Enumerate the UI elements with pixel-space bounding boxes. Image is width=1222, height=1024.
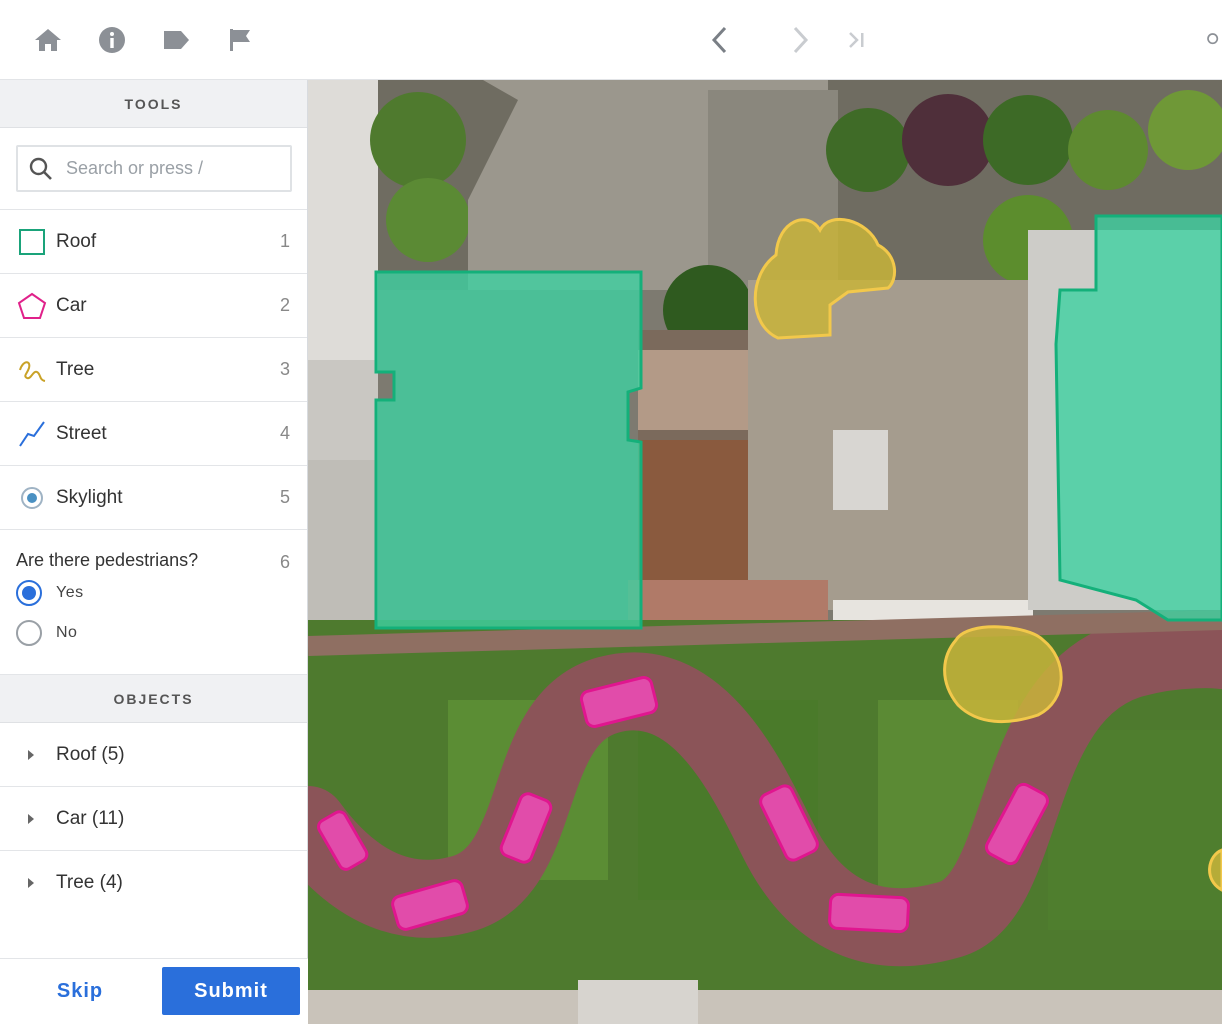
object-group-label: Roof (5)	[56, 743, 125, 765]
polygon-icon	[16, 290, 48, 322]
skip-button[interactable]: Skip	[22, 967, 138, 1015]
pedestrian-question: Are there pedestrians? 6 Yes No	[0, 530, 307, 675]
search-icon[interactable]	[1206, 22, 1222, 58]
question-shortcut: 6	[279, 552, 290, 572]
search-input[interactable]	[66, 158, 266, 179]
tool-shortcut: 5	[279, 487, 290, 507]
tool-label: Tree	[56, 358, 95, 380]
tool-tree[interactable]: Tree 3	[0, 338, 307, 402]
tool-street[interactable]: Street 4	[0, 402, 307, 466]
tool-shortcut: 3	[279, 359, 290, 379]
flag-icon[interactable]	[224, 24, 256, 56]
footer-actions: Skip Submit	[0, 958, 308, 1024]
tool-label: Skylight	[56, 486, 123, 508]
chevron-right-icon[interactable]	[782, 22, 818, 58]
object-group-roof[interactable]: Roof (5)	[0, 723, 307, 787]
tag-icon[interactable]	[160, 24, 192, 56]
submit-button[interactable]: Submit	[162, 967, 300, 1015]
polyline-icon	[16, 418, 48, 450]
tool-skylight[interactable]: Skylight 5	[0, 466, 307, 530]
sidebar: TOOLS Roof 1 Car 2 Tree 3 Street 4	[0, 80, 308, 1024]
caret-right-icon[interactable]	[28, 749, 34, 760]
home-icon[interactable]	[32, 24, 64, 56]
radio-label: Yes	[56, 584, 84, 601]
tools-header: TOOLS	[0, 80, 307, 128]
tool-label: Roof	[56, 230, 97, 252]
tool-label: Car	[56, 294, 87, 316]
search-box[interactable]	[16, 145, 292, 192]
freehand-icon	[16, 354, 48, 386]
tree-annotation[interactable]	[943, 625, 1063, 724]
tool-car[interactable]: Car 2	[0, 274, 307, 338]
object-group-label: Car (11)	[56, 807, 125, 829]
search-icon	[29, 157, 52, 180]
tool-label: Street	[56, 422, 107, 444]
chevron-left-icon[interactable]	[702, 22, 738, 58]
tool-shortcut: 1	[279, 231, 290, 251]
annotation-canvas[interactable]	[308, 80, 1222, 1024]
skip-to-end-icon[interactable]	[838, 22, 874, 58]
radio-no[interactable]: No	[16, 613, 291, 653]
caret-right-icon[interactable]	[28, 813, 34, 824]
radio-button[interactable]	[16, 620, 42, 646]
object-group-tree[interactable]: Tree (4)	[0, 851, 307, 915]
point-icon	[16, 482, 48, 514]
radio-label: No	[56, 624, 78, 641]
tool-shortcut: 4	[279, 423, 290, 443]
object-group-label: Tree (4)	[56, 872, 123, 893]
bounding-box-icon	[16, 226, 48, 258]
question-text: Are there pedestrians?	[16, 550, 199, 570]
car-annotation[interactable]	[828, 892, 910, 934]
info-icon[interactable]	[96, 24, 128, 56]
objects-header: OBJECTS	[0, 675, 307, 723]
radio-button-checked[interactable]	[16, 580, 42, 606]
aerial-image[interactable]	[308, 80, 1222, 1024]
top-toolbar	[0, 0, 1222, 80]
tool-roof[interactable]: Roof 1	[0, 210, 307, 274]
radio-yes[interactable]: Yes	[16, 573, 291, 613]
object-group-car[interactable]: Car (11)	[0, 787, 307, 851]
search-container	[0, 128, 307, 210]
caret-right-icon[interactable]	[28, 878, 34, 888]
tool-shortcut: 2	[279, 295, 290, 315]
roof-annotation[interactable]	[374, 270, 643, 630]
